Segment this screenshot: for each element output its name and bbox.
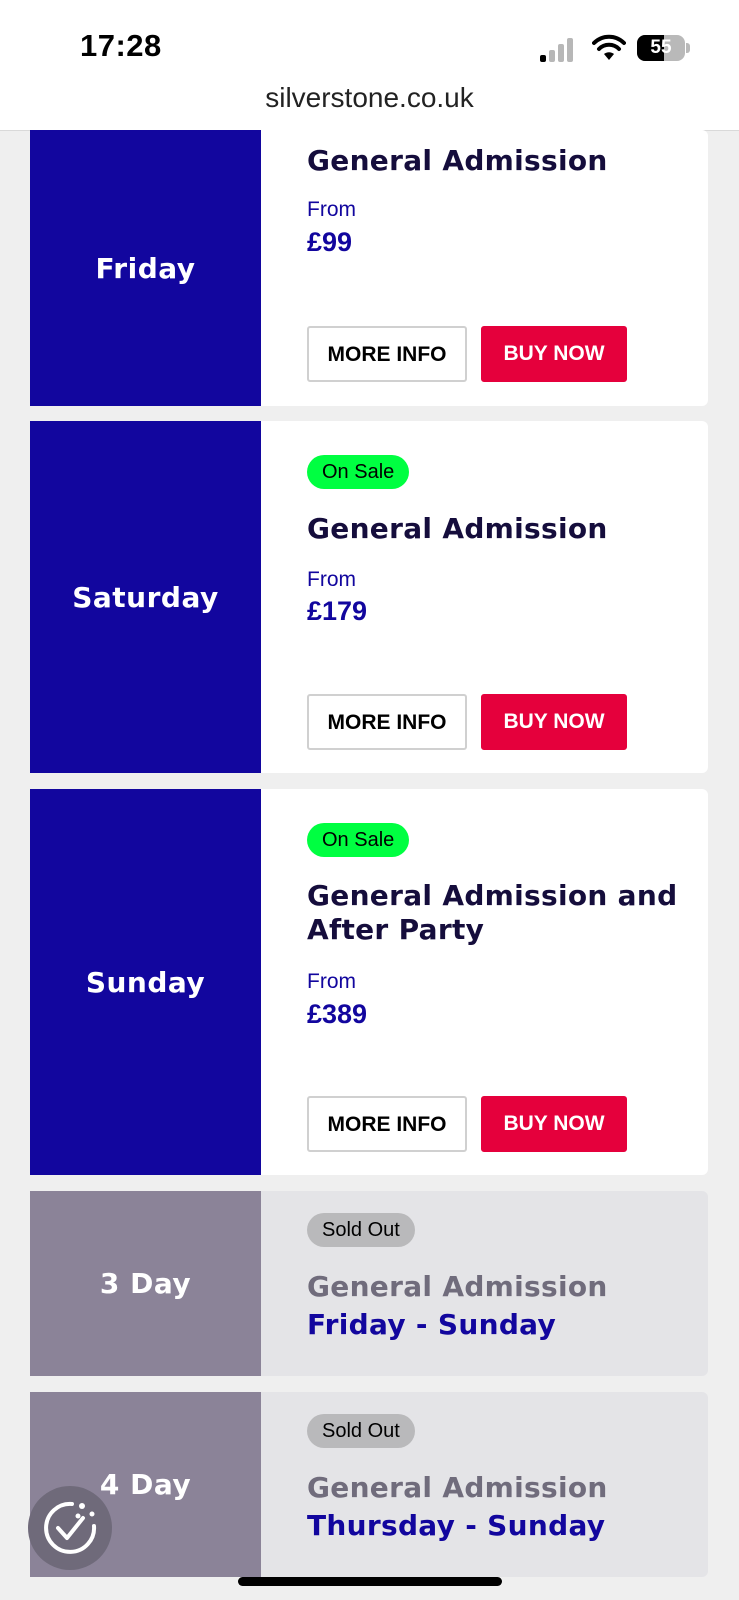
ticket-price: £99: [307, 227, 353, 257]
more-info-button[interactable]: MORE INFO: [307, 326, 467, 382]
cellular-signal-icon: [540, 36, 576, 62]
on-sale-badge: On Sale: [307, 455, 410, 489]
ticket-title: General Admission: [307, 512, 608, 545]
battery-icon: 55: [637, 35, 685, 61]
more-info-button[interactable]: MORE INFO: [307, 694, 467, 750]
home-indicator: [238, 1577, 502, 1586]
ticket-title-line: After Party: [307, 913, 485, 946]
more-info-button[interactable]: MORE INFO: [307, 1096, 467, 1152]
buy-now-button[interactable]: BUY NOW: [481, 326, 627, 382]
ticket-details: Sold Out General Admission Thursday - Su…: [261, 1392, 708, 1577]
day-label: 3 Day: [30, 1191, 261, 1376]
day-label: Sunday: [30, 789, 261, 1175]
battery-level: 55: [650, 37, 672, 58]
sold-out-badge: Sold Out: [307, 1414, 415, 1448]
address-bar[interactable]: silverstone.co.uk: [0, 84, 739, 131]
from-label: From: [307, 568, 356, 591]
url-text: silverstone.co.uk: [265, 82, 474, 113]
cookie-check-icon: [44, 1501, 97, 1554]
ticket-details: Sold Out General Admission Friday - Sund…: [261, 1191, 708, 1376]
from-label: From: [307, 198, 356, 221]
ticket-card-3-day: 3 Day Sold Out General Admission Friday …: [30, 1191, 708, 1376]
on-sale-badge: On Sale: [307, 823, 410, 857]
ticket-details: On Sale General Admission and After Part…: [261, 789, 708, 1175]
ticket-price: £179: [307, 596, 368, 626]
buy-now-button[interactable]: BUY NOW: [481, 1096, 627, 1152]
ticket-card-sunday: Sunday On Sale General Admission and Aft…: [30, 789, 708, 1175]
from-label: From: [307, 970, 356, 993]
sold-out-badge: Sold Out: [307, 1213, 415, 1247]
status-time: 17:28: [80, 28, 162, 63]
ticket-card-4-day: 4 Day Sold Out General Admission Thursda…: [30, 1392, 708, 1577]
buy-now-button[interactable]: BUY NOW: [481, 694, 627, 750]
status-bar: 17:28 55: [0, 0, 739, 84]
ticket-title-line: General Admission and: [307, 879, 678, 912]
cookie-settings-button[interactable]: [28, 1486, 112, 1570]
ticket-details: On Sale General Admission From £179 MORE…: [261, 421, 708, 773]
ticket-title: General Admission: [307, 144, 608, 177]
ticket-price: £389: [307, 999, 368, 1029]
ticket-date-range: Thursday - Sunday: [307, 1509, 606, 1542]
ticket-title: General Admission: [307, 1471, 608, 1504]
ticket-title: General Admission and After Party: [307, 879, 678, 947]
day-label: Saturday: [30, 421, 261, 773]
ticket-details: General Admission From £99 MORE INFO BUY…: [261, 130, 708, 406]
ticket-title: General Admission: [307, 1270, 608, 1303]
ticket-card-friday: Friday General Admission From £99 MORE I…: [30, 130, 708, 406]
ticket-card-saturday: Saturday On Sale General Admission From …: [30, 421, 708, 773]
wifi-icon: [592, 34, 626, 60]
ticket-date-range: Friday - Sunday: [307, 1308, 557, 1341]
day-label: Friday: [30, 130, 261, 406]
